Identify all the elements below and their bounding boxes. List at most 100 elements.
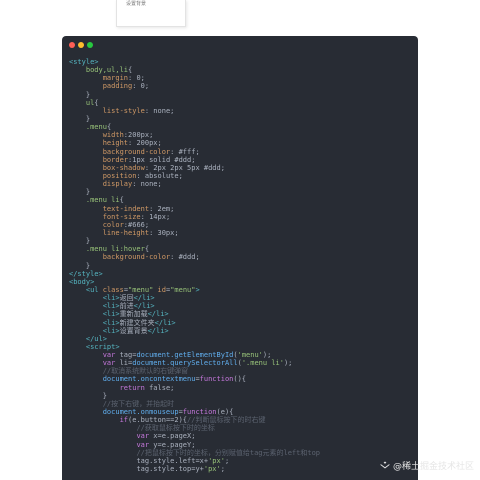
menu-preview-item[interactable]: 设置背景 — [126, 0, 146, 8]
code-token: width — [102, 131, 124, 140]
code-token: padding — [102, 82, 133, 91]
code-line: background-color: #fff; — [69, 148, 414, 156]
code-token: .menu — [85, 123, 107, 132]
code-token: <li> — [102, 318, 120, 327]
code-token: : 14px; — [140, 212, 171, 221]
minimize-dot-icon[interactable] — [78, 42, 84, 48]
code-token: var — [102, 351, 116, 360]
code-token: var — [136, 440, 150, 449]
code-token: : none; — [132, 180, 162, 189]
code-token: class — [98, 285, 124, 294]
code-token: } — [85, 90, 91, 99]
code-token: { — [128, 66, 133, 75]
code-line: var y=e.pageY; — [69, 441, 414, 449]
code-token: function — [199, 375, 234, 384]
code-line: } — [69, 237, 414, 245]
code-token: false; — [144, 383, 175, 392]
code-token: var — [136, 432, 150, 441]
code-token: : 2px 2px 5px #ddd; — [144, 163, 225, 172]
code-line: } — [69, 91, 414, 99]
code-line: <script> — [69, 343, 414, 351]
code-token: box-shadow — [102, 163, 145, 172]
maximize-dot-icon[interactable] — [87, 42, 93, 48]
code-line: //按下右键，并抬起时 — [69, 400, 414, 408]
code-line: line-height: 30px; — [69, 229, 414, 237]
code-line: </ul> — [69, 335, 414, 343]
code-token: .menu li:hover — [85, 245, 145, 254]
code-token: return — [119, 383, 145, 392]
code-token: 重新加载 — [119, 310, 148, 319]
code-token: :#666; — [123, 220, 150, 229]
code-token: } — [85, 261, 91, 270]
code-token: background-color — [102, 253, 171, 262]
code-line: font-size: 14px; — [69, 213, 414, 221]
code-token: { — [119, 196, 124, 205]
code-token: : absolute; — [136, 171, 183, 180]
code-token: <li> — [102, 310, 120, 319]
watermark-text: @稀土掘金技术社区 — [392, 462, 474, 472]
code-token: 'px' — [203, 465, 221, 474]
code-token: : #fff; — [170, 147, 200, 156]
code-token: : 0; — [128, 74, 145, 83]
code-line: background-color: #ddd; — [69, 253, 414, 261]
code-token: <body> — [69, 277, 95, 286]
code-token: margin — [102, 74, 129, 83]
code-token: { — [106, 123, 112, 132]
code-token: .menu li — [85, 196, 120, 205]
code-token: body,ul,li — [85, 66, 129, 75]
watermark: @稀土掘金技术社区 — [380, 459, 474, 472]
code-line: return false; — [69, 384, 414, 392]
code-token: : 30px; — [149, 228, 179, 237]
code-line: //获取鼠标按下时的坐标 — [69, 424, 414, 432]
code-token: ); — [262, 351, 272, 360]
code-token: document.getElementById — [136, 351, 234, 360]
code-line: } — [69, 392, 414, 400]
code-token: ; — [220, 465, 225, 474]
code-token: </li> — [147, 310, 169, 319]
code-token: : #ddd; — [170, 253, 200, 262]
code-line: tag.style.top=y+'px'; — [69, 465, 414, 473]
code-token: //把鼠标按下时的坐标，分别赋值给tag元素的left和top — [136, 448, 321, 457]
code-token: : 200px; — [128, 139, 162, 148]
code-token: </li> — [147, 326, 169, 335]
code-token: 'px' — [208, 456, 225, 465]
code-window: <style> body,ul,li{ margin: 0; padding: … — [62, 36, 418, 480]
code-line: var tag=document.getElementById('menu'); — [69, 351, 414, 359]
code-line: .menu{ — [69, 123, 414, 131]
code-line: display: none; — [69, 180, 414, 188]
code-token: <style> — [69, 58, 99, 66]
code-token: </style> — [69, 269, 103, 278]
code-token: :200px; — [123, 131, 154, 140]
code-token: : 2em; — [149, 204, 175, 213]
code-token: position — [102, 171, 137, 180]
code-token: { — [144, 245, 150, 254]
code-line: ul{ — [69, 99, 414, 107]
close-dot-icon[interactable] — [69, 42, 75, 48]
code-token: border — [102, 155, 129, 164]
code-token: <li> — [102, 294, 120, 303]
code-line: position: absolute; — [69, 172, 414, 180]
code-token: document.oncontextmenu — [102, 375, 196, 384]
